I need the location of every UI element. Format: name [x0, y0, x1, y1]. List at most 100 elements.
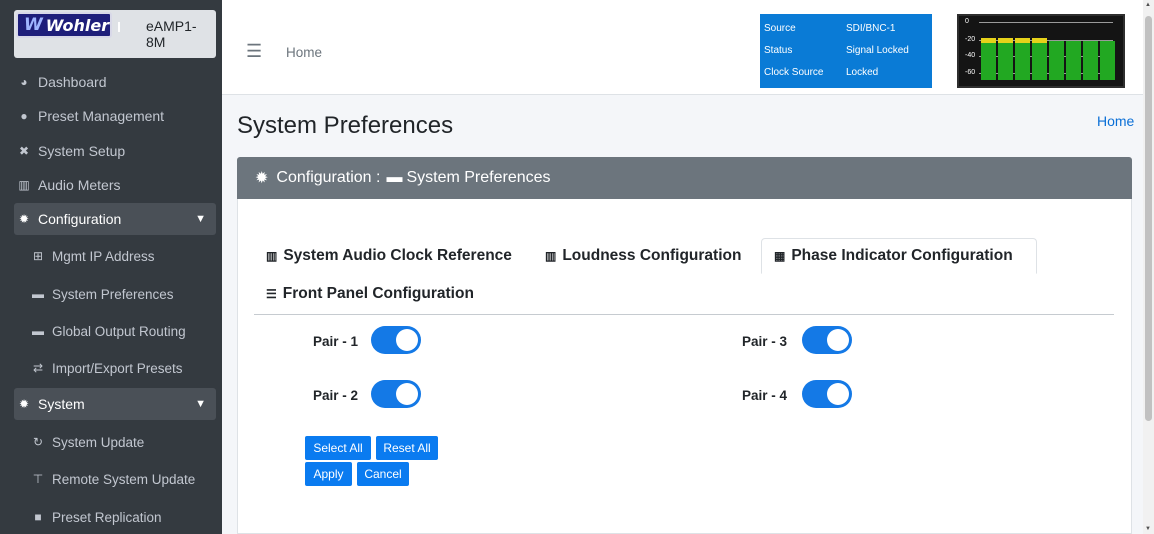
meter-bar [1100, 41, 1115, 80]
sidebar-item-mgmt-ip-address[interactable]: ⊞ Mgmt IP Address [14, 240, 216, 272]
pair-3-label: Pair - 3 [742, 334, 788, 349]
chevron-down-icon: ▼ [195, 213, 206, 225]
sidebar: W Wohler eAMP1-8M ◕ Dashboard ● Preset Ma… [0, 0, 222, 534]
meter-tick: -20 [965, 36, 976, 43]
meter-bar [981, 38, 996, 80]
sidebar-item-system-preferences[interactable]: ▬ System Preferences [14, 278, 216, 310]
tab-loudness-configuration[interactable]: ▥ Loudness Configuration [533, 238, 753, 274]
scroll-down-icon[interactable]: ▼ [1145, 526, 1151, 532]
sidebar-item-label: Dashboard [38, 74, 107, 90]
page-title: System Preferences [237, 112, 454, 139]
sidebar-item-system-update[interactable]: ↻ System Update [14, 426, 216, 458]
sidebar-item-label: Global Output Routing [52, 323, 186, 339]
model-name: eAMP1-8M [146, 18, 197, 50]
header-home-link[interactable]: Home [286, 45, 322, 60]
page-scrollbar[interactable]: ▲ ▼ [1143, 0, 1154, 534]
status-key: Source [764, 22, 796, 34]
meter-peak-cap [1015, 38, 1030, 43]
pair-4-toggle[interactable] [802, 380, 852, 408]
sidebar-item-label: System Update [52, 434, 145, 450]
top-header: ☰ Home Source SDI/BNC-1 Status Signal Lo… [222, 0, 1143, 95]
sidebar-item-preset-management[interactable]: ● Preset Management [14, 100, 216, 132]
scroll-up-icon[interactable]: ▲ [1145, 2, 1151, 8]
cogs-icon: ✹ [18, 397, 30, 411]
wohler-logo: W Wohler [16, 12, 112, 38]
tab-phase-indicator-configuration[interactable]: ▦ Phase Indicator Configuration [761, 238, 1037, 274]
chart-bar-icon: ▥ [266, 249, 278, 263]
sidebar-item-configuration[interactable]: ✹ Configuration ▼ [14, 203, 216, 235]
sidebar-item-import-export-presets[interactable]: ⇄ Import/Export Presets [14, 352, 216, 384]
status-row-status: Status Signal Locked [760, 39, 932, 61]
tab-label: Loudness Configuration [562, 247, 742, 264]
grid-icon: ▦ [774, 249, 786, 263]
apply-button[interactable]: Apply [305, 462, 352, 486]
sidebar-item-label: System [38, 396, 85, 412]
meter-bar [1015, 38, 1030, 80]
scrollbar-thumb[interactable] [1145, 16, 1152, 421]
meter-bar [1083, 41, 1098, 80]
keyboard-icon: ▬ [386, 169, 403, 186]
sidebar-item-label: Preset Replication [52, 509, 162, 525]
sidebar-item-remote-system-update[interactable]: ⊤ Remote System Update [14, 463, 216, 495]
tools-icon: ✖ [18, 144, 30, 158]
sidebar-item-label: Preset Management [38, 108, 165, 124]
sidebar-item-label: Import/Export Presets [52, 360, 183, 376]
list-icon: ☰ [266, 287, 277, 301]
pair-2-toggle[interactable] [371, 380, 421, 408]
sidebar-item-audio-meters[interactable]: ▥ Audio Meters [14, 169, 216, 201]
sidebar-item-label: Configuration [38, 211, 122, 227]
status-key: Status [764, 44, 793, 56]
brand-area[interactable]: W Wohler eAMP1-8M [14, 10, 216, 58]
pair-2-label: Pair - 2 [313, 388, 359, 403]
tab-label: System Audio Clock Reference [283, 247, 512, 264]
tab-label: Phase Indicator Configuration [791, 247, 1013, 264]
status-value: Locked [846, 66, 879, 78]
network-wired-icon: ⊤ [32, 472, 44, 486]
status-row-clock-source: Clock Source Locked [760, 61, 932, 83]
meter-gridline [979, 22, 1113, 23]
exchange-icon: ⇄ [32, 361, 44, 375]
pair-1-toggle[interactable] [371, 326, 421, 354]
tab-front-panel-configuration[interactable]: ☰ Front Panel Configuration [254, 276, 486, 312]
sidebar-item-label: System Preferences [52, 286, 174, 302]
sidebar-item-system[interactable]: ✹ System ▼ [14, 388, 216, 420]
meter-bar [998, 38, 1013, 80]
sidebar-item-system-setup[interactable]: ✖ System Setup [14, 135, 216, 167]
copy-icon: ■ [34, 510, 42, 524]
card-title-prefix: Configuration : [276, 169, 381, 186]
meter-tick: -60 [965, 69, 976, 76]
status-value: Signal Locked [846, 44, 909, 56]
meter-bar [1049, 41, 1064, 80]
sidebar-item-preset-replication[interactable]: ■ Preset Replication [14, 501, 216, 533]
chart-bar-icon: ▥ [18, 178, 30, 192]
cancel-button[interactable]: Cancel [357, 462, 409, 486]
reset-all-button[interactable]: Reset All [376, 436, 438, 460]
signal-status-panel: Source SDI/BNC-1 Status Signal Locked Cl… [760, 14, 932, 88]
keyboard-icon: ▬ [32, 287, 44, 301]
sidebar-item-label: Mgmt IP Address [52, 248, 155, 264]
audio-level-meter[interactable]: 0 -20 -40 -60 [957, 14, 1125, 88]
sidebar-item-global-output-routing[interactable]: ▬ Global Output Routing [14, 315, 216, 347]
chevron-down-icon: ▼ [195, 398, 206, 410]
keyboard-icon: ▬ [32, 324, 44, 338]
gear-icon: ✹ [18, 212, 30, 226]
hamburger-menu-icon[interactable]: ☰ [246, 42, 262, 60]
breadcrumb-home[interactable]: Home [1097, 113, 1134, 129]
select-all-button[interactable]: Select All [305, 436, 371, 460]
card-header: ✹ Configuration : ▬ System Preferences [237, 157, 1132, 199]
tab-system-audio-clock-reference[interactable]: ▥ System Audio Clock Reference [254, 238, 524, 274]
network-icon: ⊞ [32, 249, 44, 263]
pair-3-toggle[interactable] [802, 326, 852, 354]
sync-icon: ↻ [32, 435, 44, 449]
status-value: SDI/BNC-1 [846, 22, 896, 34]
pair-1-label: Pair - 1 [313, 334, 359, 349]
brand-divider [118, 22, 120, 32]
tachometer-icon: ◕ [20, 75, 28, 89]
sidebar-item-dashboard[interactable]: ◕ Dashboard [14, 66, 216, 98]
status-key: Clock Source [764, 66, 824, 78]
card-title-suffix: System Preferences [406, 169, 551, 186]
chart-bar-icon: ▥ [545, 249, 557, 263]
sidebar-item-label: System Setup [38, 143, 126, 159]
pair-4-label: Pair - 4 [742, 388, 788, 403]
tab-divider [254, 314, 1114, 315]
